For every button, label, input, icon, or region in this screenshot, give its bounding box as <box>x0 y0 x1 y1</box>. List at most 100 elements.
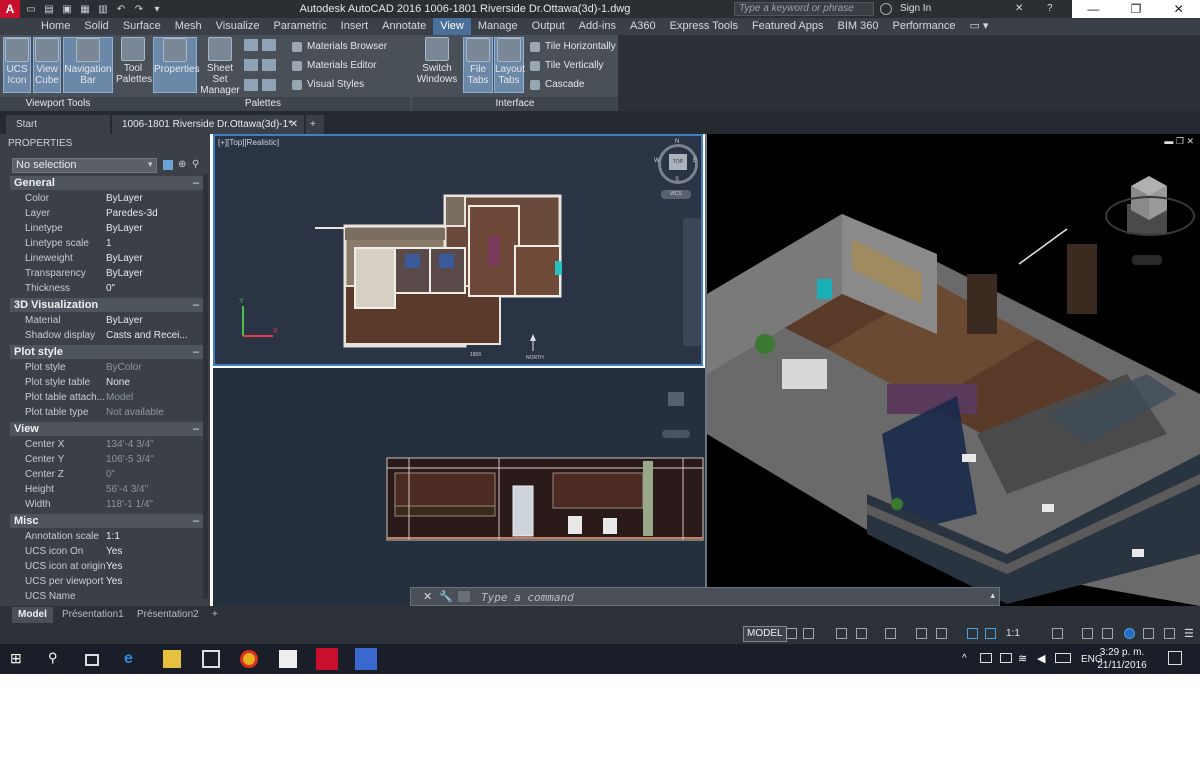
elevation-wcs-menu[interactable] <box>662 430 690 438</box>
ucs-icon-button[interactable]: UCS Icon <box>3 37 31 93</box>
property-row[interactable]: Thickness 0" <box>10 281 203 296</box>
task-view-icon[interactable] <box>85 654 99 666</box>
property-row[interactable]: Shadow display Casts and Recei... <box>10 328 203 343</box>
property-row[interactable]: Plot table type Not available <box>10 405 203 420</box>
property-row[interactable]: UCS Name <box>10 589 203 604</box>
lineweight-icon[interactable] <box>916 628 927 639</box>
keyboard-icon[interactable] <box>1055 653 1071 663</box>
property-row[interactable]: Center X 134'-4 3/4" <box>10 437 203 452</box>
ribbon-tab-a360[interactable]: A360 <box>623 18 663 35</box>
add-icon[interactable] <box>1082 628 1093 639</box>
property-row[interactable]: Transparency ByLayer <box>10 266 203 281</box>
viewport-3d-isometric[interactable]: ▬ ❐ ✕ <box>707 134 1200 606</box>
property-row[interactable]: Width 118'-1 1/4" <box>10 497 203 512</box>
clean-screen-icon[interactable] <box>1143 628 1154 639</box>
chrome-icon[interactable] <box>240 650 258 668</box>
drawing-tab[interactable]: 1006-1801 Riverside Dr.Ottawa(3d)-1* ✕ <box>112 115 304 134</box>
materials-editor-button[interactable]: Materials Editor <box>292 60 376 71</box>
chevron-down-icon[interactable]: ▾ <box>148 159 153 170</box>
ribbon-tab-surface[interactable]: Surface <box>116 18 168 35</box>
quick-select-icon[interactable]: ⚲ <box>192 159 199 170</box>
interface-panel-label[interactable]: Interface <box>412 97 618 111</box>
tile-horizontally-button[interactable]: Tile Horizontally <box>530 41 616 52</box>
autocad-taskbar-icon[interactable] <box>316 648 338 670</box>
section-header-misc[interactable]: Misc – <box>10 514 203 528</box>
navigation-bar[interactable] <box>683 218 701 346</box>
toggle-pickadd-icon[interactable] <box>163 160 173 170</box>
ribbon-tab-bim-360[interactable]: BIM 360 <box>831 18 886 35</box>
visual-styles-button[interactable]: Visual Styles <box>292 79 364 90</box>
command-input[interactable]: Type a command <box>481 591 574 604</box>
property-row[interactable]: Linetype ByLayer <box>10 221 203 236</box>
property-row[interactable]: Color ByLayer <box>10 191 203 206</box>
wifi-icon[interactable]: ≋ <box>1018 652 1027 665</box>
start-tab[interactable]: Start <box>6 115 110 134</box>
close-tab-icon[interactable]: ✕ <box>290 115 298 134</box>
command-line-icon[interactable] <box>244 39 258 51</box>
properties-button[interactable]: Properties <box>153 37 200 93</box>
isolate-objects-icon[interactable] <box>1102 628 1113 639</box>
polar-icon[interactable] <box>856 628 867 639</box>
app-taskbar-icon[interactable] <box>355 648 377 670</box>
property-row[interactable]: Plot style table None <box>10 375 203 390</box>
property-row[interactable]: Annotation scale 1:1 <box>10 529 203 544</box>
property-row[interactable]: Material ByLayer <box>10 313 203 328</box>
selection-cycling-icon[interactable] <box>936 628 947 639</box>
3d-view-cube-ring[interactable] <box>1105 196 1195 236</box>
property-row[interactable]: UCS icon at origin Yes <box>10 559 203 574</box>
file-tabs-button[interactable]: File Tabs <box>463 37 493 93</box>
tile-vertically-button[interactable]: Tile Vertically <box>530 60 604 71</box>
palettes-panel-label[interactable]: Palettes <box>116 97 410 111</box>
command-history-icon[interactable]: ▴ <box>990 590 995 601</box>
property-row[interactable]: UCS icon On Yes <box>10 544 203 559</box>
elevation-view-cube[interactable] <box>668 392 684 406</box>
section-header-general[interactable]: General – <box>10 176 203 190</box>
ribbon-tab-visualize[interactable]: Visualize <box>209 18 267 35</box>
close-command-line-icon[interactable]: ✕ <box>423 590 432 603</box>
ribbon-tab-home[interactable]: Home <box>34 18 77 35</box>
3d-wcs-menu[interactable] <box>1132 255 1162 265</box>
ribbon-tab-manage[interactable]: Manage <box>471 18 525 35</box>
maximize-icon[interactable]: ❐ <box>1115 0 1158 18</box>
recent-commands-icon[interactable] <box>458 591 470 602</box>
customize-icon[interactable]: 🔧 <box>439 590 453 603</box>
search-input[interactable]: Type a keyword or phrase <box>734 2 874 16</box>
property-row[interactable]: Plot style ByColor <box>10 360 203 375</box>
minimize-icon[interactable]: — <box>1072 0 1115 18</box>
new-tab-icon[interactable]: + <box>306 115 324 134</box>
layer-icon[interactable] <box>244 59 258 71</box>
property-row[interactable]: UCS per viewport Yes <box>10 574 203 589</box>
switch-windows-button[interactable]: Switch Windows <box>414 37 460 93</box>
ribbon-tab-view[interactable]: View <box>433 18 471 35</box>
volume-icon[interactable]: ◀ <box>1037 652 1045 665</box>
clock-date[interactable]: 21/11/2016 <box>1092 660 1152 671</box>
notifications-icon[interactable] <box>1168 651 1182 665</box>
windows-start-icon[interactable]: ⊞ <box>10 650 28 668</box>
ribbon-tab-mesh[interactable]: Mesh <box>168 18 209 35</box>
edge-icon[interactable]: e <box>124 650 142 668</box>
markup-icon[interactable] <box>244 79 258 91</box>
wcs-menu[interactable]: WCS <box>661 190 691 199</box>
collapse-icon[interactable]: – <box>193 176 199 190</box>
collapse-icon[interactable]: – <box>193 422 199 436</box>
calculator-icon[interactable] <box>262 59 276 71</box>
section-header-view[interactable]: View – <box>10 422 203 436</box>
full-screen-icon[interactable] <box>1164 628 1175 639</box>
ribbon-tab-annotate[interactable]: Annotate <box>375 18 433 35</box>
cascade-button[interactable]: Cascade <box>530 79 584 90</box>
ribbon-tab-insert[interactable]: Insert <box>334 18 376 35</box>
section-header-plot-style[interactable]: Plot style – <box>10 345 203 359</box>
show-hidden-icons-icon[interactable]: ^ <box>962 653 967 664</box>
ribbon-tab-output[interactable]: Output <box>525 18 572 35</box>
annotation-scale[interactable]: 1:1 <box>1006 628 1020 639</box>
collapse-icon[interactable]: – <box>193 345 199 359</box>
property-row[interactable]: Layer Paredes-3d <box>10 206 203 221</box>
ribbon-minimize-icon[interactable]: ▭ ▾ <box>962 18 995 35</box>
select-objects-icon[interactable]: ⊕ <box>178 159 186 170</box>
property-row[interactable]: Lineweight ByLayer <box>10 251 203 266</box>
property-row[interactable]: Height 56'-4 3/4" <box>10 482 203 497</box>
binoculars-icon[interactable] <box>880 3 892 15</box>
ribbon-tab-solid[interactable]: Solid <box>77 18 115 35</box>
workspace-gear-icon[interactable] <box>1052 628 1063 639</box>
object-snap-tracking-icon[interactable] <box>885 628 896 639</box>
